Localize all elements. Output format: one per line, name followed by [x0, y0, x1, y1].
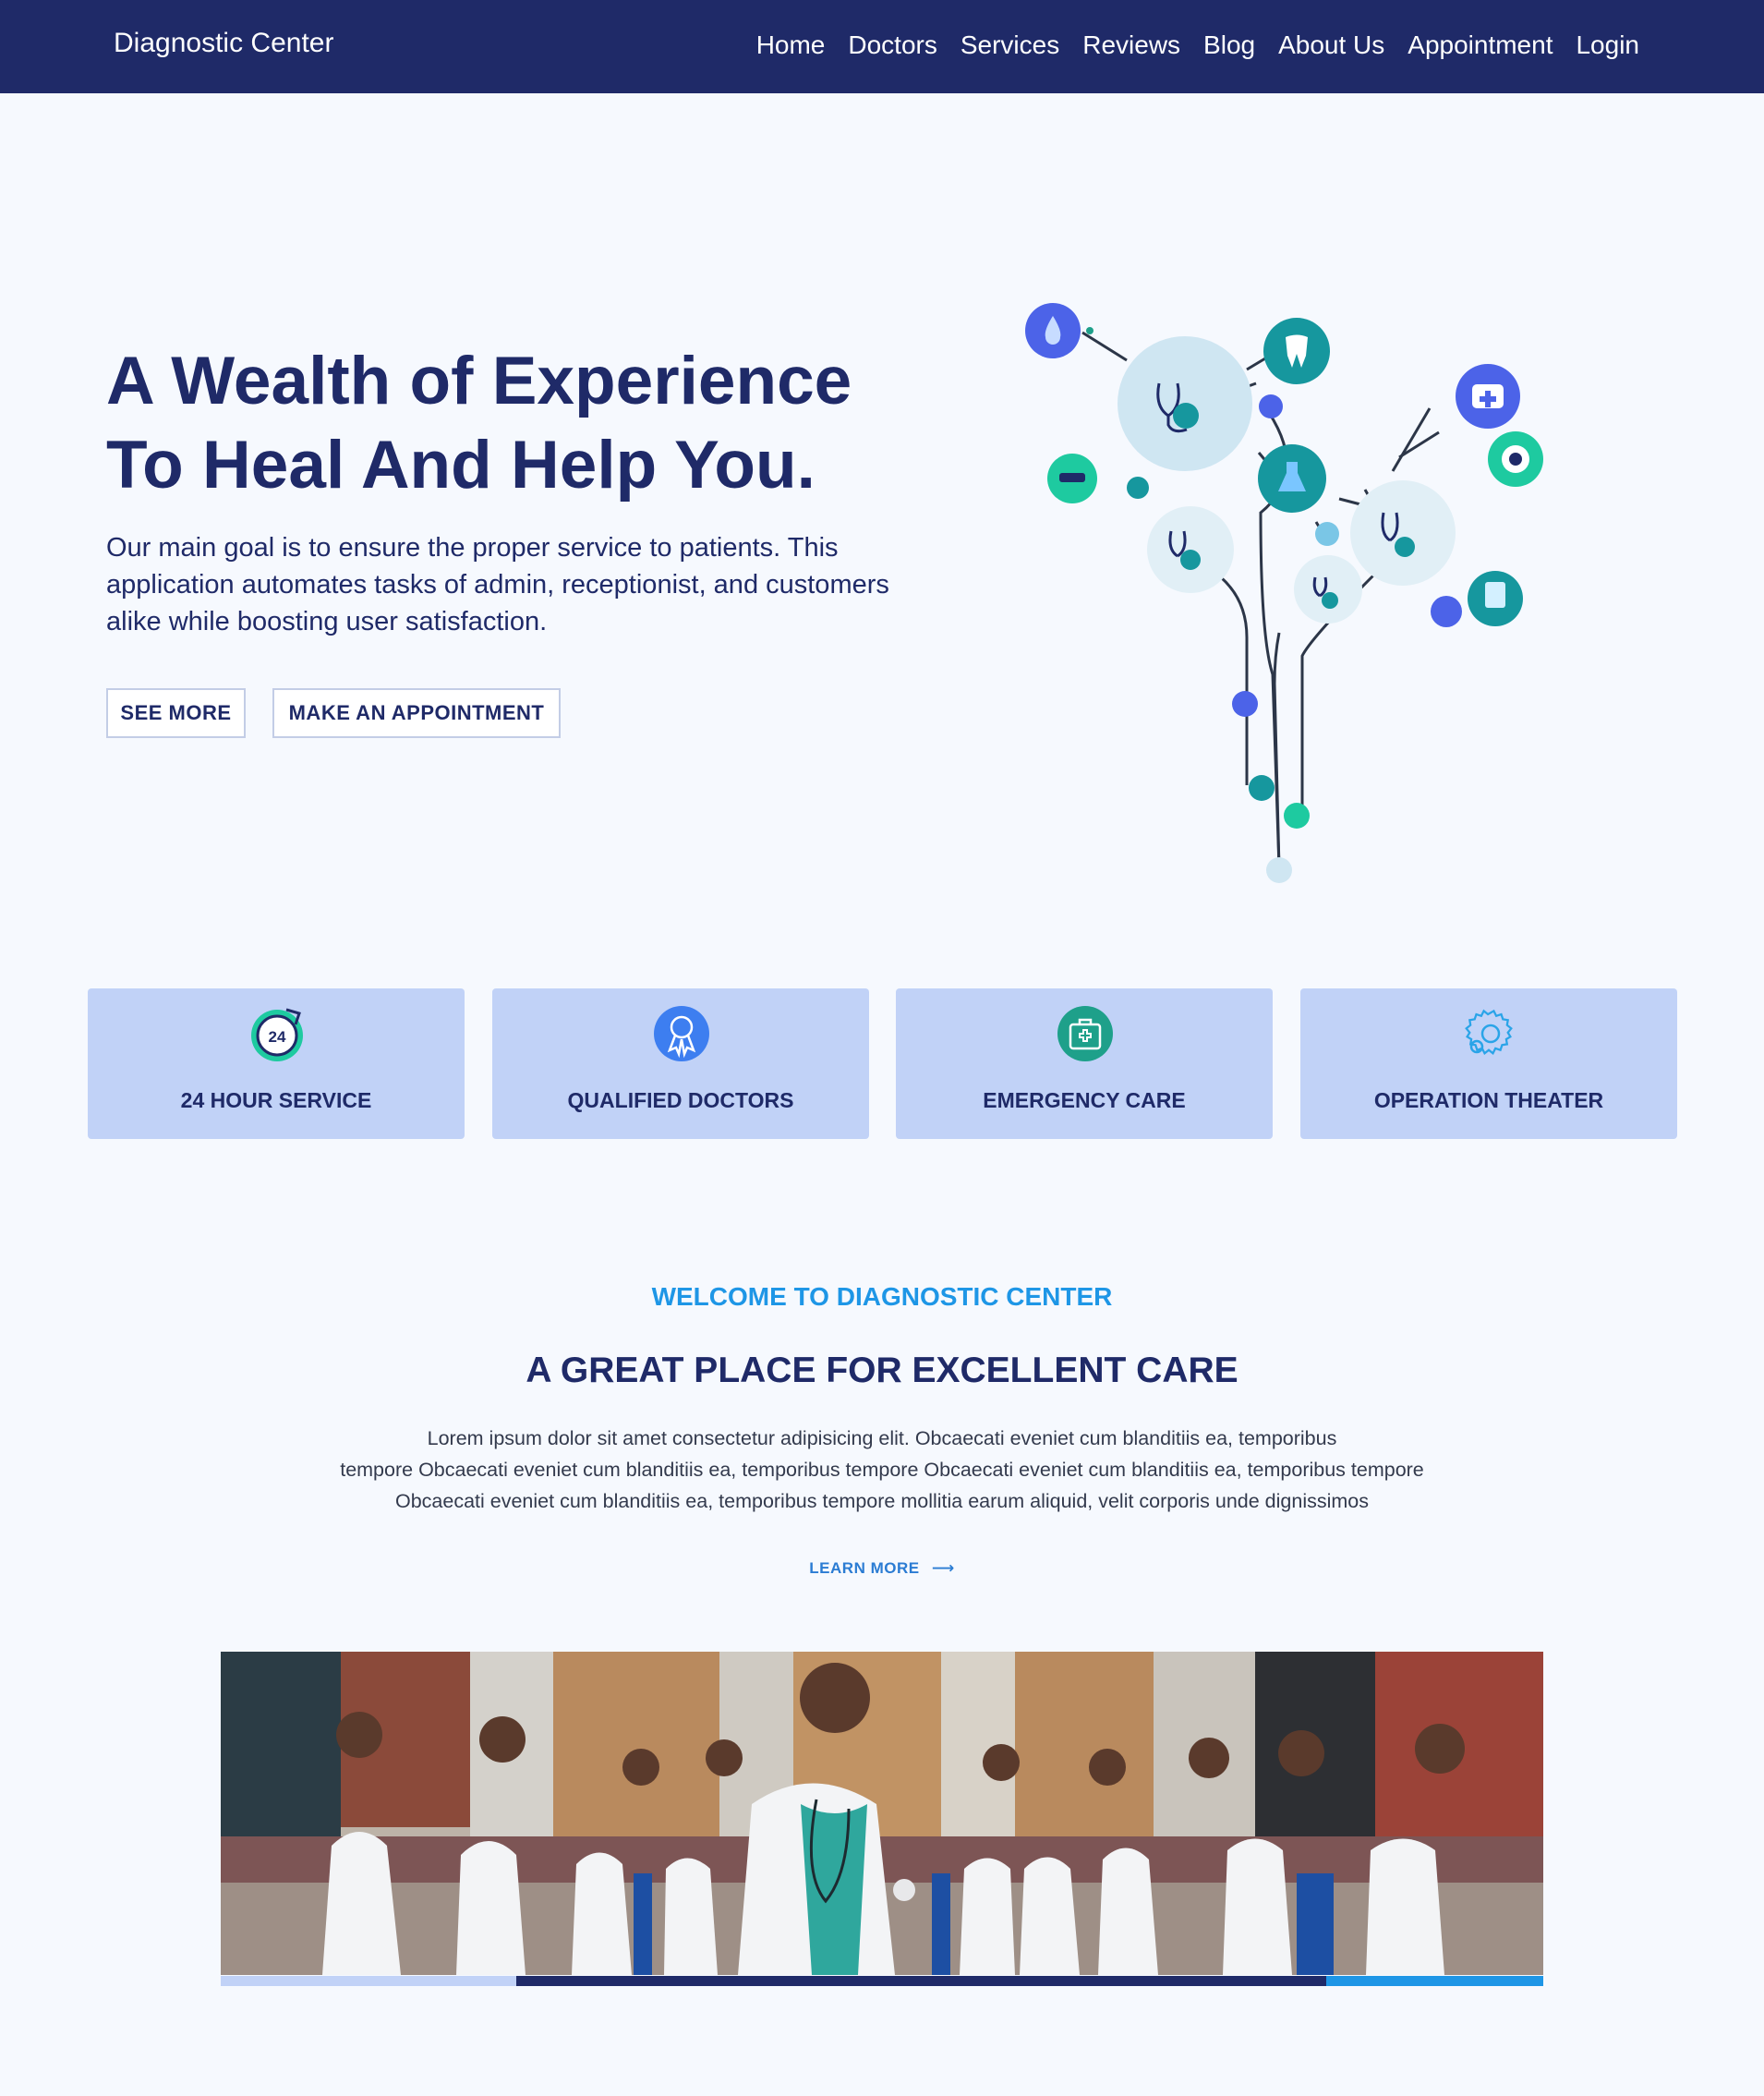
nav-login-link[interactable]: Login: [1576, 30, 1639, 60]
feature-card-24-hour[interactable]: 24 24 HOUR SERVICE: [88, 988, 465, 1139]
doctors-team-photo: [221, 1652, 1543, 1975]
clock-24-icon: 24: [251, 1008, 303, 1061]
learn-more-label: LEARN MORE: [809, 1559, 920, 1577]
nav-about-link[interactable]: About Us: [1278, 30, 1384, 60]
accent-bar-dark: [516, 1976, 1326, 1986]
welcome-text-line3: Obcaecati eveniet cum blanditiis ea, tem…: [394, 1490, 1369, 1512]
welcome-subtitle: WELCOME TO DIAGNOSTIC CENTER: [651, 1282, 1113, 1311]
hero-description: Our main goal is to ensure the proper se…: [106, 533, 889, 636]
welcome-text-line2: tempore Obcaecati eveniet cum blanditiis…: [340, 1459, 1424, 1481]
feature-card-qualified-doctors[interactable]: QUALIFIED DOCTORS: [492, 988, 869, 1139]
award-badge-icon: [654, 1006, 709, 1061]
nav-appointment-link[interactable]: Appointment: [1408, 30, 1553, 60]
medical-bag-icon: [1057, 1006, 1113, 1061]
accent-bar-light: [221, 1976, 516, 1986]
features-row: 24 24 HOUR SERVICE QUALIFIED DOCTORS EME…: [88, 988, 1677, 1139]
learn-more-link[interactable]: LEARN MORE ⟶: [0, 1559, 1764, 1578]
hero-title-line1: A Wealth of Experience: [106, 344, 852, 418]
photo-accent-bar: [221, 1976, 1543, 1986]
brand-logo[interactable]: Diagnostic Center: [114, 28, 333, 59]
svg-text:24: 24: [269, 1028, 286, 1046]
feature-label: EMERGENCY CARE: [983, 1088, 1186, 1112]
nav-services-link[interactable]: Services: [961, 30, 1059, 60]
feature-label: OPERATION THEATER: [1373, 1088, 1604, 1112]
nav-blog-link[interactable]: Blog: [1203, 30, 1255, 60]
welcome-description: Lorem ipsum dolor sit amet consectetur a…: [296, 1423, 1468, 1517]
feature-label: QUALIFIED DOCTORS: [567, 1088, 794, 1112]
hero-title-line2: To Heal And Help You.: [106, 428, 816, 503]
feature-card-emergency-care[interactable]: EMERGENCY CARE: [896, 988, 1273, 1139]
make-appointment-button[interactable]: MAKE AN APPOINTMENT: [272, 688, 561, 738]
nav-home-link[interactable]: Home: [756, 30, 826, 60]
navbar: Diagnostic Center Home Doctors Services …: [0, 0, 1764, 93]
welcome-text-line1: Lorem ipsum dolor sit amet consectetur a…: [427, 1427, 1337, 1449]
welcome-title: A GREAT PLACE FOR EXCELLENT CARE: [526, 1351, 1238, 1390]
hero-title: A Wealth of Experience To Heal And Help …: [106, 339, 937, 507]
see-more-button[interactable]: SEE MORE: [106, 688, 246, 738]
feature-label: 24 HOUR SERVICE: [180, 1088, 372, 1112]
gear-icon: [1465, 1009, 1513, 1056]
nav-reviews-link[interactable]: Reviews: [1082, 30, 1180, 60]
nav-links: Home Doctors Services Reviews Blog About…: [733, 30, 1639, 60]
nav-doctors-link[interactable]: Doctors: [848, 30, 936, 60]
accent-bar-blue: [1326, 1976, 1543, 1986]
medical-tree-illustration: [1025, 303, 1543, 883]
feature-card-operation-theater[interactable]: OPERATION THEATER: [1300, 988, 1677, 1139]
arrow-right-icon: ⟶: [931, 1559, 955, 1577]
